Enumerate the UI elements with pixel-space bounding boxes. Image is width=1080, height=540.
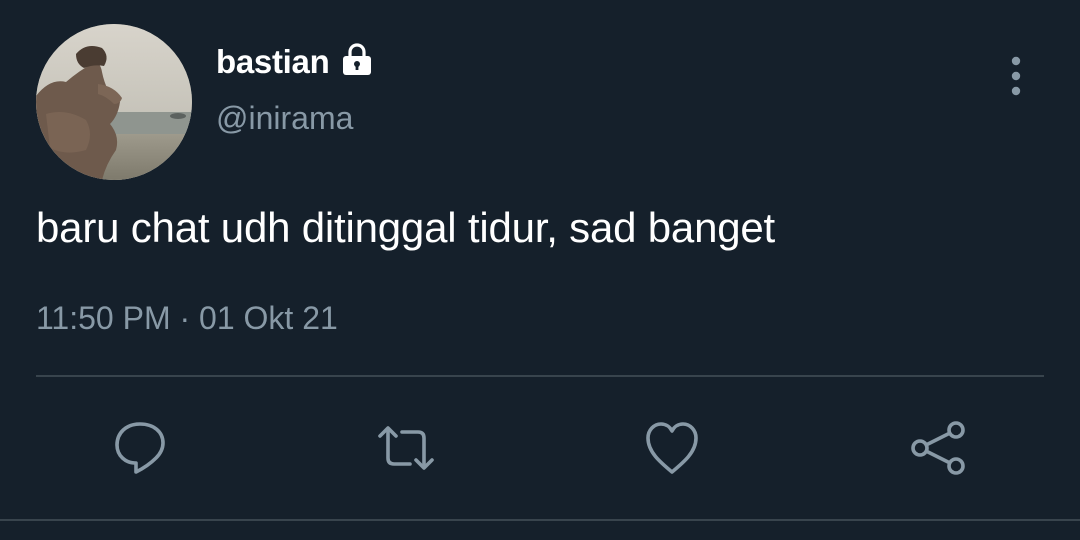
share-button[interactable]	[908, 418, 968, 478]
more-options-button[interactable]	[996, 52, 1036, 100]
username[interactable]: @inirama	[216, 100, 353, 137]
display-name-row: bastian	[216, 40, 375, 84]
tweet-time: 11:50 PM	[36, 300, 171, 336]
tweet-text: baru chat udh ditinggal tidur, sad bange…	[36, 204, 776, 251]
tweet-detail: bastian @inirama baru chat udh ditinggal…	[0, 0, 1080, 540]
divider	[36, 375, 1044, 377]
timestamp[interactable]: 11:50 PM · 01 Okt 21	[36, 300, 338, 337]
divider	[0, 519, 1080, 521]
lock-icon	[339, 41, 375, 77]
display-name[interactable]: bastian	[216, 43, 330, 81]
timestamp-separator: ·	[179, 300, 191, 336]
retweet-icon	[378, 426, 434, 470]
heart-icon	[646, 422, 698, 474]
vertical-ellipsis-icon	[1011, 56, 1021, 96]
like-button[interactable]	[642, 418, 702, 478]
avatar[interactable]	[36, 24, 192, 180]
tweet-date: 01 Okt 21	[199, 300, 338, 336]
avatar-photo	[36, 24, 192, 180]
reply-button[interactable]	[110, 418, 170, 478]
speech-bubble-icon	[115, 422, 165, 474]
retweet-button[interactable]	[376, 418, 436, 478]
share-icon	[911, 421, 965, 475]
